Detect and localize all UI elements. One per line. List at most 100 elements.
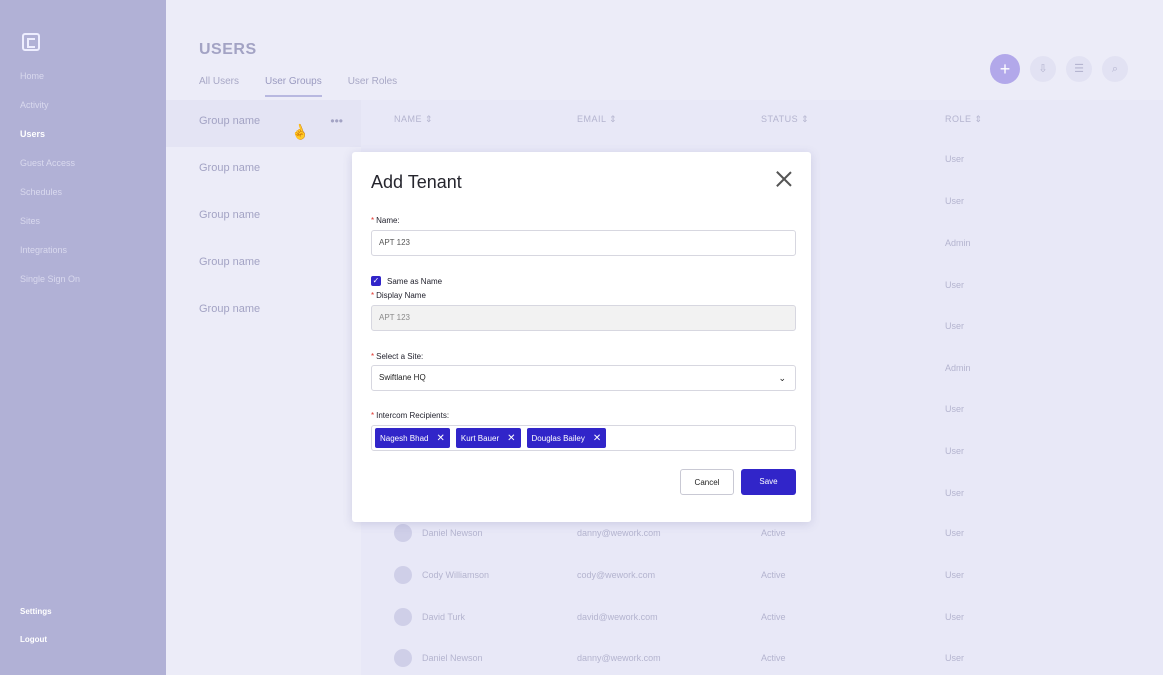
column-header-role[interactable]: ROLE ⇕ <box>945 114 983 125</box>
role-cell: User <box>945 196 965 206</box>
recipient-name: Nagesh Bhad <box>380 433 429 443</box>
recipient-name: Kurt Bauer <box>460 433 500 443</box>
required-mark: * <box>371 216 375 225</box>
recipients-label: * Intercom Recipients: <box>371 411 450 420</box>
remove-icon[interactable]: ✕ <box>436 433 444 444</box>
email-cell: david@wework.com <box>577 612 658 622</box>
add-button[interactable]: + <box>990 54 1020 84</box>
remove-icon[interactable]: ✕ <box>593 433 601 444</box>
role-cell: User <box>945 612 965 622</box>
recipient-tag: Kurt Bauer ✕ <box>455 428 521 448</box>
same-as-name-checkbox[interactable]: ✓ <box>371 276 381 286</box>
column-header-email[interactable]: EMAIL ⇕ <box>577 114 617 125</box>
save-button[interactable]: Save <box>741 469 796 495</box>
more-icon[interactable]: ••• <box>330 100 343 143</box>
role-cell: User <box>945 488 965 498</box>
avatar <box>394 649 412 667</box>
group-name: Group name <box>199 115 261 127</box>
role-cell: User <box>945 570 965 580</box>
group-name: Group name <box>199 162 261 174</box>
header-actions: + ⇩ ☰ ⌕ <box>990 54 1128 84</box>
role-cell: User <box>945 404 965 414</box>
role-cell: User <box>945 280 965 290</box>
sidebar: Home Activity Users Guest Access Schedul… <box>0 0 166 675</box>
name-input[interactable]: APT 123 <box>371 230 796 256</box>
role-cell: Admin <box>945 363 971 373</box>
role-cell: User <box>945 154 965 164</box>
sidebar-bottom: Settings Logout <box>20 604 52 660</box>
search-icon[interactable]: ⌕ <box>1102 56 1128 82</box>
recipient-name: Douglas Bailey <box>531 433 585 443</box>
remove-icon[interactable]: ✕ <box>507 433 515 444</box>
sidebar-item-guest-access[interactable]: Guest Access <box>20 155 80 184</box>
page-title: USERS <box>199 41 257 58</box>
email-cell: danny@wework.com <box>577 653 661 663</box>
display-name-label: * Display Name <box>371 291 426 300</box>
avatar <box>394 524 412 542</box>
sidebar-item-sites[interactable]: Sites <box>20 213 80 242</box>
role-cell: User <box>945 653 965 663</box>
role-cell: User <box>945 528 965 538</box>
sidebar-item-users[interactable]: Users <box>20 126 80 155</box>
avatar <box>394 608 412 626</box>
group-item[interactable]: Group name <box>166 288 361 335</box>
recipient-tag: Nagesh Bhad ✕ <box>375 428 450 448</box>
role-cell: User <box>945 446 965 456</box>
group-name: Group name <box>199 256 261 268</box>
display-name-input: APT 123 <box>371 305 796 331</box>
group-item[interactable]: Group name <box>166 194 361 241</box>
tab-all-users[interactable]: All Users <box>199 76 239 97</box>
table-row[interactable]: Cody Williamson cody@wework.com Active U… <box>361 554 1163 595</box>
role-cell: Admin <box>945 238 971 248</box>
chevron-down-icon: ⌄ <box>778 373 786 383</box>
close-icon[interactable] <box>775 170 793 188</box>
group-list: Group name ••• Group name Group name Gro… <box>166 100 361 335</box>
tab-bar: All Users User Groups User Roles <box>199 76 397 97</box>
same-as-name-label: Same as Name <box>387 276 443 286</box>
sidebar-item-settings[interactable]: Settings <box>20 604 52 632</box>
site-label: * Select a Site: <box>371 352 424 361</box>
sidebar-item-single-sign-on[interactable]: Single Sign On <box>20 271 80 300</box>
user-name: Daniel Newson <box>422 528 483 538</box>
sidebar-item-schedules[interactable]: Schedules <box>20 184 80 213</box>
modal-title: Add Tenant <box>371 172 462 192</box>
column-header-name[interactable]: NAME ⇕ <box>394 114 433 125</box>
logo-icon[interactable] <box>22 33 40 51</box>
name-label: * Name: <box>371 216 400 225</box>
column-header-status[interactable]: STATUS ⇕ <box>761 114 809 125</box>
status-cell: Active <box>761 612 786 622</box>
recipient-tag: Douglas Bailey ✕ <box>526 428 607 448</box>
user-name: Cody Williamson <box>422 570 490 580</box>
avatar <box>394 566 412 584</box>
group-item[interactable]: Group name ••• <box>166 100 361 147</box>
tab-user-groups[interactable]: User Groups <box>265 76 322 97</box>
status-cell: Active <box>761 653 786 663</box>
table-row[interactable]: Daniel Newson danny@wework.com Active Us… <box>361 637 1163 675</box>
same-as-name-row: ✓ Same as Name <box>371 276 442 286</box>
group-item[interactable]: Group name <box>166 241 361 288</box>
sidebar-item-home[interactable]: Home <box>20 68 80 97</box>
user-name: Daniel Newson <box>422 653 483 663</box>
download-icon[interactable]: ⇩ <box>1030 56 1056 82</box>
required-mark: * <box>371 291 375 300</box>
table-row[interactable]: David Turk david@wework.com Active User <box>361 596 1163 637</box>
status-cell: Active <box>761 570 786 580</box>
tab-user-roles[interactable]: User Roles <box>348 76 397 97</box>
required-mark: * <box>371 352 375 361</box>
email-cell: danny@wework.com <box>577 528 661 538</box>
site-select[interactable]: Swiftlane HQ ⌄ <box>371 365 796 391</box>
user-name: David Turk <box>422 612 466 622</box>
group-item[interactable]: Group name <box>166 147 361 194</box>
sidebar-item-integrations[interactable]: Integrations <box>20 242 80 271</box>
add-tenant-modal: Add Tenant * Name: APT 123 ✓ Same as Name… <box>352 152 811 522</box>
sidebar-item-activity[interactable]: Activity <box>20 97 80 126</box>
grid-icon[interactable]: ☰ <box>1066 56 1092 82</box>
sidebar-item-logout[interactable]: Logout <box>20 632 52 660</box>
status-cell: Active <box>761 528 786 538</box>
cancel-button[interactable]: Cancel <box>680 469 734 495</box>
required-mark: * <box>371 411 375 420</box>
site-select-value: Swiftlane HQ <box>379 373 426 382</box>
recipients-input[interactable]: Nagesh Bhad ✕ Kurt Bauer ✕ Douglas Bailey ✕ <box>371 425 796 451</box>
user-name-cell: David Turk <box>394 608 465 626</box>
table-header: NAME ⇕ EMAIL ⇕ STATUS ⇕ ROLE ⇕ <box>361 100 1163 138</box>
